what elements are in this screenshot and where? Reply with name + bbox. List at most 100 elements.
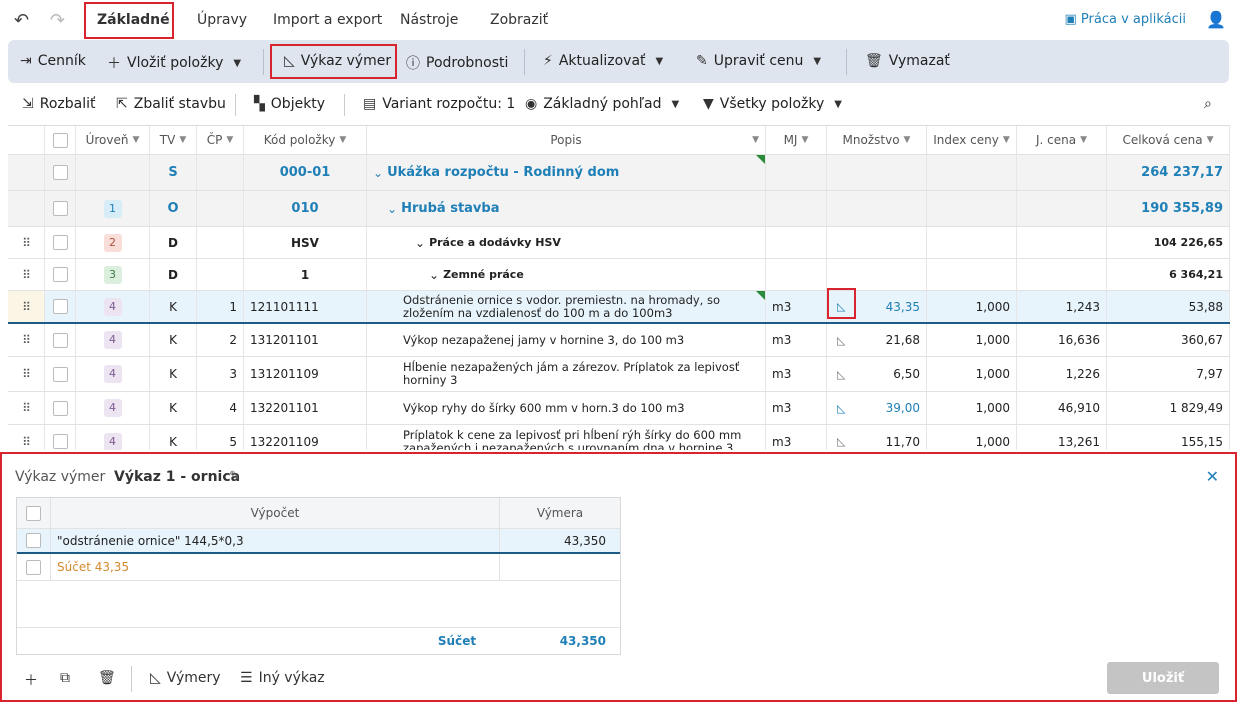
drag-handle-icon[interactable]: ⠿ [22, 236, 31, 250]
row-checkbox[interactable] [52, 400, 68, 416]
search-icon[interactable]: ⌕ [1204, 96, 1212, 112]
drag-handle-icon[interactable]: ⠿ [22, 401, 31, 415]
drag-handle-icon[interactable]: ⠿ [22, 268, 31, 282]
filter-icon[interactable]: ▼ [801, 135, 808, 145]
chevron-down-icon[interactable]: ⌄ [387, 202, 397, 216]
vypocet-cell[interactable]: Súčet 43,35 [51, 554, 500, 580]
filter-icon[interactable]: ▼ [1003, 135, 1010, 145]
select-all-checkbox[interactable] [52, 132, 68, 148]
row-checkbox[interactable] [52, 332, 68, 348]
drag-handle-icon[interactable]: ⠿ [22, 367, 31, 381]
drag-handle-icon[interactable]: ⠿ [22, 300, 31, 314]
header-uroven[interactable]: Úroveň ▼ [76, 126, 150, 154]
podrobnosti-button[interactable]: ⓘ Podrobnosti [406, 53, 508, 73]
undo-icon[interactable]: ↶ [14, 10, 29, 31]
ruler-triangle-icon[interactable]: ◺ [837, 368, 845, 381]
table-row[interactable]: 1 O 010 ⌄ Hrubá stavba 190 355,89 [8, 191, 1230, 227]
header-cp[interactable]: ČP ▼ [197, 126, 244, 154]
table-row[interactable]: ⠿ 4 K 1 121101111 Odstránenie ornice s vodor.… [8, 291, 1230, 324]
header-mnozstvo[interactable]: Množstvo ▼ [827, 126, 927, 154]
table-row[interactable]: ⠿ 4 K 3 131201109 Hĺbenie nezapažených jám a … [8, 357, 1230, 392]
variant-button[interactable]: ▤ Variant rozpočtu: 1 [363, 96, 515, 112]
vykaz-row[interactable]: Súčet 43,35 [17, 554, 620, 581]
header-kod[interactable]: Kód položky ▼ [244, 126, 367, 154]
table-row[interactable]: ⠿ 4 K 2 131201101 Výkop nezapaženej jamy v ho… [8, 324, 1230, 357]
filter-icon[interactable]: ▼ [1207, 135, 1214, 145]
popis-text: Zemné práce [443, 268, 524, 281]
row-checkbox[interactable] [52, 299, 68, 314]
copy-icon[interactable]: ⧉ [60, 670, 70, 686]
tab-import-export[interactable]: Import a export [273, 12, 382, 28]
tab-upravy[interactable]: Úpravy [197, 12, 247, 28]
vymazat-button[interactable]: 🗑 Vymazať [865, 53, 950, 69]
row-checkbox[interactable] [52, 434, 68, 449]
drag-handle-icon[interactable]: ⠿ [22, 435, 31, 449]
filter-icon[interactable]: ▼ [1080, 135, 1087, 145]
celkova-value: 264 237,17 [1141, 165, 1223, 180]
popis-text: Výkop nezapaženej jamy v hornine 3, do 1… [403, 332, 685, 347]
aktualizovat-button[interactable]: ⚡ Aktualizovať ▼ [543, 53, 663, 69]
table-row[interactable]: ⠿ 4 K 4 132201101 Výkop ryhy do šírky 600 mm … [8, 392, 1230, 425]
praca-v-aplikacii-link[interactable]: ▣ Práca v aplikácii [1065, 12, 1187, 27]
tab-zakladne[interactable]: Základné [97, 12, 170, 28]
filter-icon[interactable]: ▼ [226, 135, 233, 145]
ruler-triangle-icon[interactable]: ◺ [837, 334, 845, 347]
filter-icon[interactable]: ▼ [339, 135, 346, 145]
chevron-down-icon[interactable]: ⌄ [429, 268, 439, 282]
vykaz-row[interactable]: "odstránenie ornice" 144,5*0,3 43,350 [17, 529, 620, 554]
table-row[interactable]: ⠿ 2 D HSV ⌄ Práce a dodávky HSV 104 226,65 [8, 227, 1230, 259]
polozky-filter-button[interactable]: ▼ Všetky položky ▼ [703, 96, 842, 112]
header-index[interactable]: Index ceny ▼ [927, 126, 1017, 154]
rozbalit-button[interactable]: ⇲ Rozbaliť [22, 96, 95, 112]
vypocet-cell[interactable]: "odstránenie ornice" 144,5*0,3 [51, 529, 500, 552]
row-checkbox[interactable] [52, 201, 68, 216]
add-icon[interactable]: ＋ [24, 670, 38, 690]
filter-icon[interactable]: ▼ [752, 135, 759, 145]
table-row[interactable]: ⠿ 3 D 1 ⌄ Zemné práce 6 364,21 [8, 259, 1230, 291]
drag-handle-icon[interactable]: ⠿ [22, 333, 31, 347]
ruler-triangle-icon[interactable]: ◺ [837, 300, 845, 313]
ruler-triangle-icon[interactable]: ◺ [837, 402, 845, 415]
ulozit-button[interactable]: Uložiť [1107, 662, 1219, 694]
tab-nastroje[interactable]: Nástroje [400, 12, 458, 28]
iny-vykaz-button[interactable]: ☰ Iný výkaz [240, 670, 325, 686]
header-popis[interactable]: Popis ▼ [367, 126, 766, 154]
chevron-down-icon[interactable]: ⌄ [415, 236, 425, 250]
ruler-triangle-icon[interactable]: ◺ [837, 435, 845, 448]
row-checkbox[interactable] [52, 235, 68, 250]
row-checkbox[interactable] [52, 366, 68, 382]
filter-icon[interactable]: ▼ [179, 135, 186, 145]
header-tv[interactable]: TV ▼ [150, 126, 197, 154]
close-icon[interactable]: ✕ [1206, 467, 1219, 486]
header-celkova[interactable]: Celková cena ▼ [1107, 126, 1230, 154]
tab-zobrazit[interactable]: Zobraziť [490, 12, 548, 28]
select-all-checkbox[interactable] [26, 505, 41, 521]
objekty-button[interactable]: ▚ Objekty [254, 96, 325, 112]
filter-icon[interactable]: ▼ [904, 135, 911, 145]
table-row[interactable]: S 000-01 ⌄ Ukážka rozpočtu - Rodinný dom 26… [8, 155, 1230, 191]
polozky-label: Všetky položky [719, 96, 825, 112]
chevron-down-icon[interactable]: ⌄ [373, 166, 383, 180]
cell-jcena [1017, 155, 1107, 190]
add-user-icon[interactable]: 👤 [1206, 10, 1226, 29]
row-checkbox[interactable] [26, 533, 41, 548]
redo-icon[interactable]: ↷ [50, 10, 65, 31]
vymery-button[interactable]: ◺ Výmery [150, 670, 221, 686]
cennik-button[interactable]: ⇥ Cenník [20, 53, 86, 69]
pohlad-button[interactable]: ◉ Základný pohľad ▼ [525, 96, 679, 112]
table-row[interactable]: ⠿ 4 K 5 132201109 Príplatok k cene za lepivos… [8, 425, 1230, 450]
row-checkbox[interactable] [26, 559, 41, 575]
level-badge: 4 [103, 365, 122, 383]
upravit-cenu-button[interactable]: ✎ Upraviť cenu ▼ [696, 53, 821, 69]
zbalit-button[interactable]: ⇱ Zbaliť stavbu [116, 96, 226, 112]
edit-name-icon[interactable]: ✎ [229, 469, 240, 484]
trash-icon[interactable]: 🗑 [98, 670, 116, 686]
row-checkbox[interactable] [52, 165, 68, 180]
vykaz-vymer-button[interactable]: ◺ Výkaz výmer [284, 53, 391, 69]
cell-index: 1,000 [927, 291, 1017, 322]
header-mj[interactable]: MJ ▼ [766, 126, 827, 154]
header-jcena[interactable]: J. cena ▼ [1017, 126, 1107, 154]
row-checkbox[interactable] [52, 267, 68, 282]
filter-icon[interactable]: ▼ [132, 135, 139, 145]
vlozit-button[interactable]: ＋ Vložiť položky ▼ [107, 53, 241, 73]
